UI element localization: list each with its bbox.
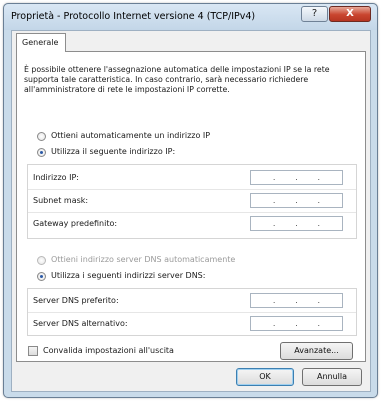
validate-settings-checkbox[interactable] [28,346,38,356]
radio-ip-manual-label[interactable]: Utilizza il seguente indirizzo IP: [51,147,175,156]
ip-address-field[interactable]: ... [250,170,343,185]
radio-dns-manual-label[interactable]: Utilizza i seguenti indirizzi server DNS… [51,271,205,280]
subnet-mask-field[interactable]: ... [250,193,343,208]
preferred-dns-label: Server DNS preferito: [33,296,119,305]
dialog-window: Proprietà - Protocollo Internet versione… [3,3,378,398]
gateway-field[interactable]: ... [250,216,343,231]
window-title: Proprietà - Protocollo Internet versione… [11,11,256,22]
subnet-mask-label: Subnet mask: [33,196,89,205]
preferred-dns-field[interactable]: ... [250,293,343,308]
advanced-button[interactable]: Avanzate... [280,342,353,360]
radio-ip-auto[interactable] [37,132,46,141]
row-divider [28,312,356,313]
radio-dns-auto[interactable] [37,256,46,265]
ip-address-label: Indirizzo IP: [33,173,79,182]
close-button[interactable]: X [329,6,371,22]
radio-ip-auto-label[interactable]: Ottieni automaticamente un indirizzo IP [51,131,210,140]
description-text: È possibile ottenere l'assegnazione auto… [24,65,330,94]
tab-generale[interactable]: Generale [16,33,66,52]
cancel-button[interactable]: Annulla [302,368,362,386]
radio-dns-manual[interactable] [37,272,46,281]
tab-panel-generale: È possibile ottenere l'assegnazione auto… [16,51,366,362]
radio-ip-manual[interactable] [37,148,46,157]
dialog-body: Generale È possibile ottenere l'assegnaz… [11,30,371,392]
row-divider [28,189,356,190]
ip-fields-group: Indirizzo IP: ... Subnet mask: ... Gatew… [27,164,357,239]
dns-fields-group: Server DNS preferito: ... Server DNS alt… [27,288,357,336]
gateway-label: Gateway predefinito: [33,219,118,228]
ok-button[interactable]: OK [236,368,294,386]
alternate-dns-field[interactable]: ... [250,316,343,331]
row-divider [28,212,356,213]
validate-settings-label[interactable]: Convalida impostazioni all'uscita [43,346,174,355]
radio-dns-auto-label[interactable]: Ottieni indirizzo server DNS automaticam… [51,255,235,264]
title-bar[interactable]: Proprietà - Protocollo Internet versione… [4,4,377,30]
alternate-dns-label: Server DNS alternativo: [33,319,128,328]
help-button[interactable]: ? [301,6,328,22]
